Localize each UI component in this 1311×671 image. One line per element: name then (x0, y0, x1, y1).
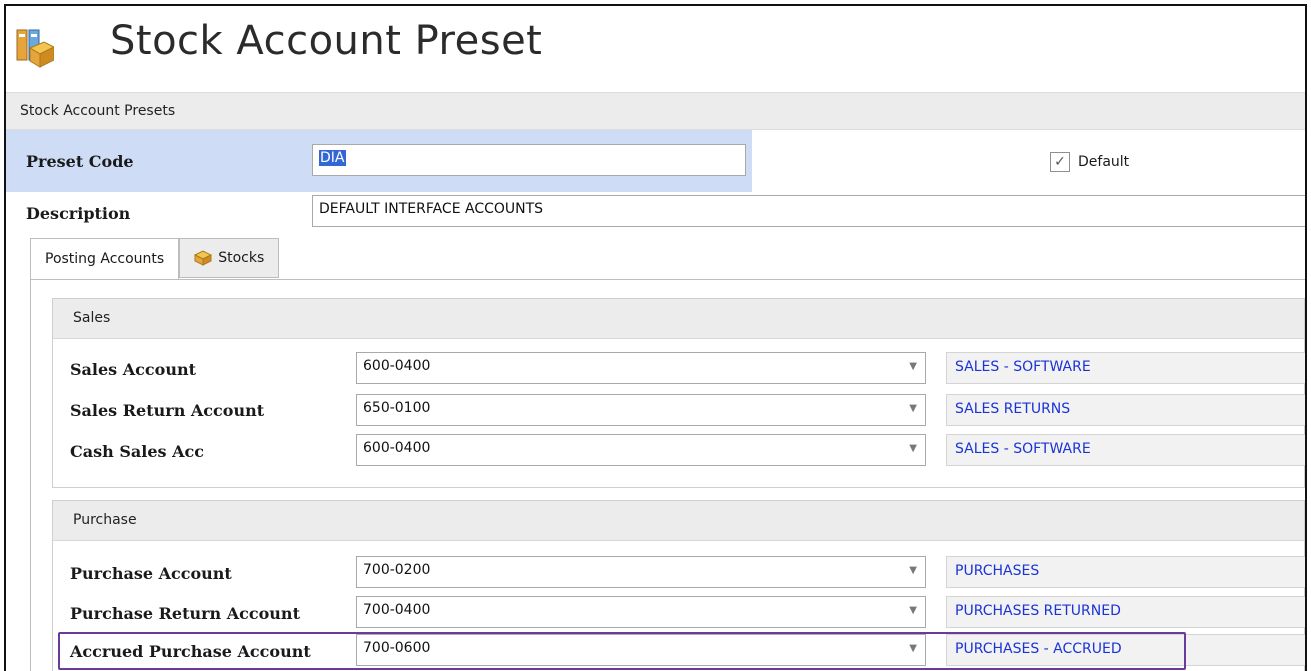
tab-strip: Posting Accounts Stocks (30, 238, 280, 280)
description-label: Description (26, 204, 131, 223)
cash-sales-acc-label: Cash Sales Acc (70, 442, 204, 461)
accrued-purchase-account-dropdown[interactable]: 700-0600 ▼ (356, 634, 926, 666)
sales-return-account-description: SALES RETURNS (946, 394, 1305, 426)
chevron-down-icon[interactable]: ▼ (909, 403, 917, 414)
default-label: Default (1078, 154, 1130, 170)
preset-code-value: DIA (319, 150, 346, 166)
sales-account-description: SALES - SOFTWARE (946, 352, 1305, 384)
default-checkbox[interactable]: ✓ Default (1050, 152, 1129, 172)
accrued-purchase-account-code: 700-0600 (363, 640, 431, 656)
sales-return-account-label: Sales Return Account (70, 401, 265, 420)
purchase-account-description: PURCHASES (946, 556, 1305, 588)
box-icon (194, 250, 213, 266)
cash-sales-acc-description: SALES - SOFTWARE (946, 434, 1305, 466)
checkmark-icon: ✓ (1050, 152, 1070, 172)
tab-stocks[interactable]: Stocks (179, 238, 280, 278)
chevron-down-icon[interactable]: ▼ (909, 443, 917, 454)
description-value: DEFAULT INTERFACE ACCOUNTS (319, 201, 544, 217)
purchase-return-account-code: 700-0400 (363, 602, 431, 618)
sales-account-label: Sales Account (70, 360, 196, 379)
purchase-account-code: 700-0200 (363, 562, 431, 578)
purchase-group-title: Purchase (53, 501, 1304, 541)
chevron-down-icon[interactable]: ▼ (909, 643, 917, 654)
purchase-return-account-label: Purchase Return Account (70, 604, 300, 623)
purchase-return-account-description: PURCHASES RETURNED (946, 596, 1305, 628)
sales-account-code: 600-0400 (363, 358, 431, 374)
tab-posting-accounts[interactable]: Posting Accounts (30, 238, 180, 280)
chevron-down-icon[interactable]: ▼ (909, 605, 917, 616)
stock-account-preset-window: Stock Account Preset Stock Account Prese… (4, 4, 1307, 671)
sales-group-title: Sales (53, 299, 1304, 339)
stock-app-icon (16, 29, 54, 68)
accrued-purchase-account-label: Accrued Purchase Account (70, 642, 311, 661)
chevron-down-icon[interactable]: ▼ (909, 361, 917, 372)
title-bar: Stock Account Preset (6, 6, 1305, 90)
description-input[interactable]: DEFAULT INTERFACE ACCOUNTS (312, 195, 1305, 227)
sales-return-account-dropdown[interactable]: 650-0100 ▼ (356, 394, 926, 426)
window-title: Stock Account Preset (110, 18, 543, 64)
preset-code-label: Preset Code (26, 152, 134, 171)
sales-return-account-code: 650-0100 (363, 400, 431, 416)
purchase-account-dropdown[interactable]: 700-0200 ▼ (356, 556, 926, 588)
purchase-account-label: Purchase Account (70, 564, 232, 583)
accrued-purchase-account-description: PURCHASES - ACCRUED (946, 634, 1305, 666)
purchase-return-account-dropdown[interactable]: 700-0400 ▼ (356, 596, 926, 628)
chevron-down-icon[interactable]: ▼ (909, 565, 917, 576)
cash-sales-acc-code: 600-0400 (363, 440, 431, 456)
cash-sales-acc-dropdown[interactable]: 600-0400 ▼ (356, 434, 926, 466)
preset-code-input[interactable]: DIA (312, 144, 746, 176)
section-header: Stock Account Presets (6, 92, 1305, 130)
tab-posting-accounts-label: Posting Accounts (45, 251, 165, 267)
sales-account-dropdown[interactable]: 600-0400 ▼ (356, 352, 926, 384)
tab-stocks-label: Stocks (218, 250, 265, 266)
